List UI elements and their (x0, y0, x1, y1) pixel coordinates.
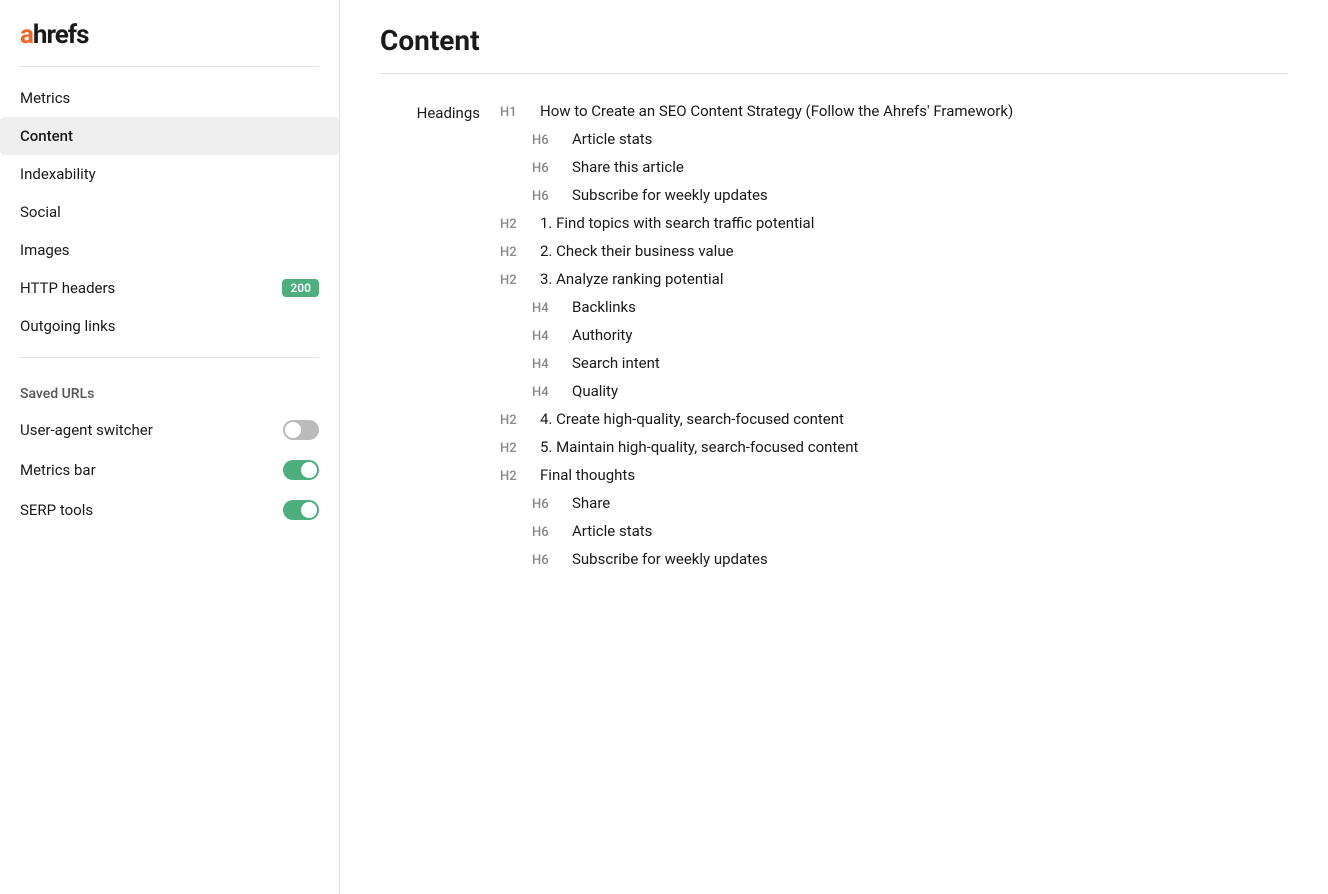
sidebar-item-http-headers[interactable]: HTTP headers 200 (0, 269, 339, 307)
heading-text-3: Subscribe for weekly updates (572, 186, 768, 204)
heading-row-2: H6 Share this article (532, 158, 1288, 176)
toggle-user-agent-switcher[interactable] (283, 420, 319, 440)
heading-row-11: H2 4. Create high-quality, search-focused… (500, 410, 1288, 428)
heading-tag-7: H4 (532, 301, 564, 316)
heading-text-4: 1. Find topics with search traffic poten… (540, 214, 814, 232)
sidebar-badge-http-headers: 200 (282, 279, 319, 297)
sidebar-item-content[interactable]: Content (0, 117, 339, 155)
heading-tag-4: H2 (500, 217, 532, 232)
heading-row-6: H2 3. Analyze ranking potential (500, 270, 1288, 288)
toggle-label-metrics-bar: Metrics bar (20, 461, 96, 479)
sidebar-mid-divider (20, 357, 319, 358)
sidebar-item-label-outgoing-links: Outgoing links (20, 317, 115, 335)
sidebar-nav: Metrics Content Indexability Social Images HT… (0, 79, 339, 345)
toggle-label-serp-tools: SERP tools (20, 501, 93, 519)
sidebar-item-metrics[interactable]: Metrics (0, 79, 339, 117)
heading-tag-0: H1 (500, 105, 532, 120)
heading-row-10: H4 Quality (532, 382, 1288, 400)
heading-tag-16: H6 (532, 553, 564, 568)
saved-urls-label: Saved URLs (0, 370, 339, 410)
toggle-serp-tools[interactable] (283, 500, 319, 520)
heading-text-14: Share (572, 494, 610, 512)
sidebar-item-images[interactable]: Images (0, 231, 339, 269)
heading-text-6: 3. Analyze ranking potential (540, 270, 723, 288)
heading-text-0: How to Create an SEO Content Strategy (F… (540, 102, 1013, 120)
heading-row-13: H2 Final thoughts (500, 466, 1288, 484)
heading-row-14: H6 Share (532, 494, 1288, 512)
heading-tag-6: H2 (500, 273, 532, 288)
heading-row-16: H6 Subscribe for weekly updates (532, 550, 1288, 568)
heading-text-10: Quality (572, 382, 618, 400)
heading-tag-3: H6 (532, 189, 564, 204)
headings-section: Headings H1 How to Create an SEO Content … (380, 102, 1288, 578)
sidebar-item-social[interactable]: Social (0, 193, 339, 231)
heading-row-7: H4 Backlinks (532, 298, 1288, 316)
heading-row-0: H1 How to Create an SEO Content Strategy … (500, 102, 1288, 120)
heading-tag-1: H6 (532, 133, 564, 148)
heading-row-1: H6 Article stats (532, 130, 1288, 148)
toggle-metrics-bar[interactable] (283, 460, 319, 480)
heading-text-15: Article stats (572, 522, 652, 540)
heading-tag-8: H4 (532, 329, 564, 344)
heading-tag-14: H6 (532, 497, 564, 512)
headings-list: H1 How to Create an SEO Content Strategy … (500, 102, 1288, 578)
toggle-row-user-agent-switcher: User-agent switcher (0, 410, 339, 450)
heading-text-11: 4. Create high-quality, search-focused c… (540, 410, 844, 428)
toggle-row-serp-tools: SERP tools (0, 490, 339, 530)
sidebar-item-label-http-headers: HTTP headers (20, 279, 115, 297)
heading-row-5: H2 2. Check their business value (500, 242, 1288, 260)
headings-label: Headings (380, 102, 500, 122)
heading-text-9: Search intent (572, 354, 660, 372)
heading-tag-15: H6 (532, 525, 564, 540)
sidebar-item-label-indexability: Indexability (20, 165, 96, 183)
heading-row-8: H4 Authority (532, 326, 1288, 344)
heading-text-7: Backlinks (572, 298, 636, 316)
toggle-knob-user-agent-switcher (285, 422, 301, 438)
heading-row-3: H6 Subscribe for weekly updates (532, 186, 1288, 204)
heading-tag-9: H4 (532, 357, 564, 372)
toggle-container: User-agent switcher Metrics bar SERP tools (0, 410, 339, 530)
heading-row-4: H2 1. Find topics with search traffic pot… (500, 214, 1288, 232)
logo: ahrefs (0, 20, 339, 66)
heading-tag-5: H2 (500, 245, 532, 260)
sidebar-item-label-content: Content (20, 127, 73, 145)
logo-hrefs: hrefs (33, 20, 89, 50)
heading-tag-11: H2 (500, 413, 532, 428)
sidebar-top-divider (20, 66, 319, 67)
toggle-knob-serp-tools (301, 502, 317, 518)
heading-text-12: 5. Maintain high-quality, search-focused… (540, 438, 858, 456)
heading-text-13: Final thoughts (540, 466, 635, 484)
heading-text-5: 2. Check their business value (540, 242, 734, 260)
sidebar-item-label-metrics: Metrics (20, 89, 70, 107)
sidebar-item-label-social: Social (20, 203, 61, 221)
heading-text-8: Authority (572, 326, 632, 344)
page-title: Content (380, 24, 1288, 57)
heading-tag-13: H2 (500, 469, 532, 484)
heading-tag-2: H6 (532, 161, 564, 176)
heading-text-16: Subscribe for weekly updates (572, 550, 768, 568)
logo-a: a (20, 20, 33, 50)
heading-text-2: Share this article (572, 158, 684, 176)
toggle-row-metrics-bar: Metrics bar (0, 450, 339, 490)
heading-tag-10: H4 (532, 385, 564, 400)
sidebar-item-outgoing-links[interactable]: Outgoing links (0, 307, 339, 345)
sidebar-item-indexability[interactable]: Indexability (0, 155, 339, 193)
heading-row-12: H2 5. Maintain high-quality, search-focus… (500, 438, 1288, 456)
heading-row-9: H4 Search intent (532, 354, 1288, 372)
sidebar-item-label-images: Images (20, 241, 70, 259)
toggle-label-user-agent-switcher: User-agent switcher (20, 421, 153, 439)
heading-tag-12: H2 (500, 441, 532, 456)
toggle-knob-metrics-bar (301, 462, 317, 478)
heading-row-15: H6 Article stats (532, 522, 1288, 540)
main-divider (380, 73, 1288, 74)
heading-text-1: Article stats (572, 130, 652, 148)
sidebar: ahrefs Metrics Content Indexability Social I… (0, 0, 340, 894)
main-content: Content Headings H1 How to Create an SEO … (340, 0, 1328, 894)
